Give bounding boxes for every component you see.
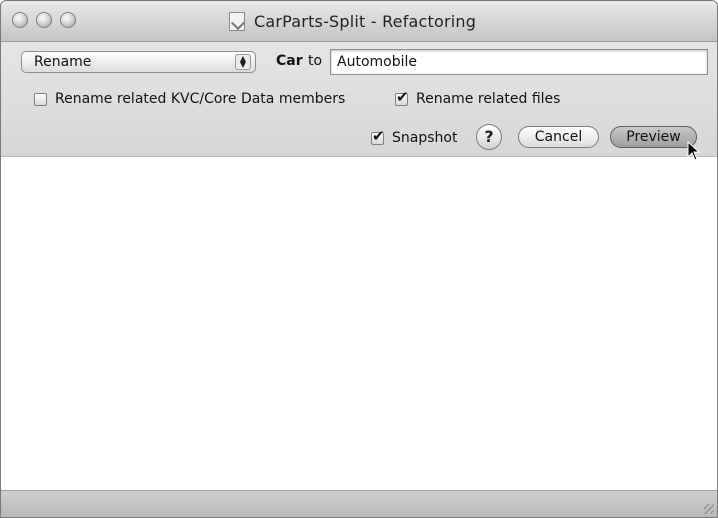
- window-title: CarParts-Split - Refactoring: [254, 11, 477, 31]
- preview-content-area: [1, 157, 717, 491]
- rename-kvc-label: Rename related KVC/Core Data members: [55, 91, 346, 107]
- operation-select[interactable]: Rename ▲ ▼: [21, 51, 256, 73]
- help-button[interactable]: ?: [476, 124, 502, 150]
- snapshot-option[interactable]: Snapshot: [371, 127, 458, 146]
- minimize-icon[interactable]: [36, 12, 52, 28]
- resize-grip-icon[interactable]: [704, 504, 714, 514]
- document-icon: [229, 11, 245, 31]
- refactoring-window: CarParts-Split - Refactoring Rename ▲ ▼ C…: [0, 0, 718, 518]
- updown-arrows-icon: ▲ ▼: [235, 54, 251, 70]
- old-name-label: Car: [276, 53, 303, 69]
- snapshot-label: Snapshot: [392, 130, 458, 146]
- cancel-button[interactable]: Cancel: [518, 126, 599, 148]
- operation-select-value: Rename: [34, 54, 92, 70]
- close-icon[interactable]: [12, 12, 28, 28]
- window-title-group: CarParts-Split - Refactoring: [229, 10, 476, 32]
- rename-kvc-checkbox[interactable]: [34, 92, 47, 106]
- rename-files-checkbox[interactable]: [395, 88, 409, 106]
- snapshot-checkbox[interactable]: [371, 127, 385, 145]
- rename-files-option[interactable]: Rename related files: [395, 88, 561, 107]
- to-label: to: [308, 53, 323, 69]
- rename-kvc-option[interactable]: Rename related KVC/Core Data members: [34, 91, 345, 107]
- pointer-cursor-icon: [687, 141, 701, 161]
- preview-button[interactable]: Preview: [610, 126, 697, 148]
- new-name-field[interactable]: Automobile: [330, 49, 708, 75]
- title-bar[interactable]: CarParts-Split - Refactoring: [1, 1, 717, 42]
- zoom-icon[interactable]: [60, 12, 76, 28]
- rename-files-label: Rename related files: [416, 91, 561, 107]
- bottom-bar: [1, 490, 717, 517]
